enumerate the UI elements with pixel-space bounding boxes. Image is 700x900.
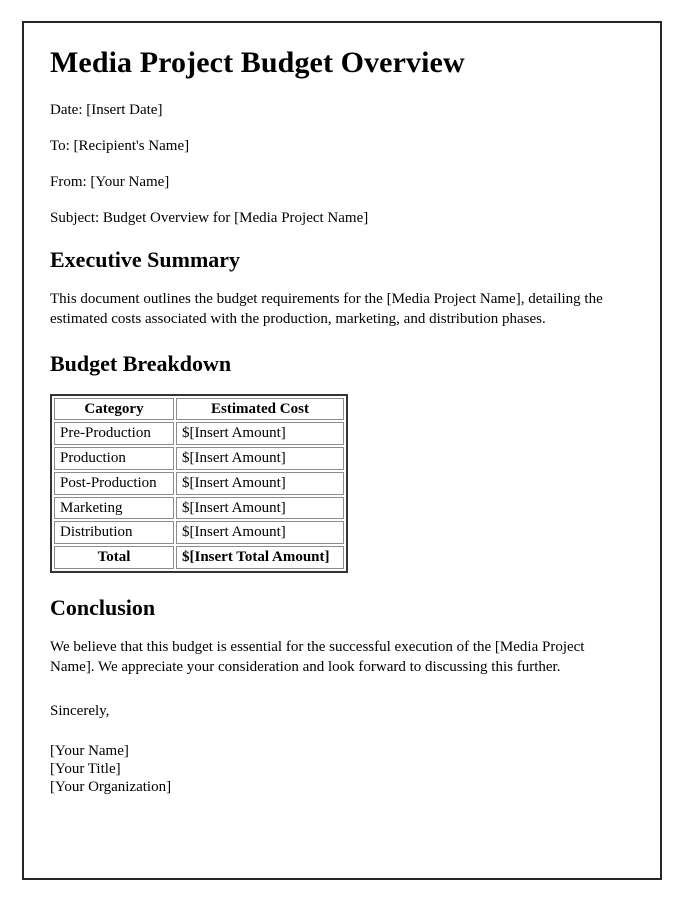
- table-row: Marketing $[Insert Amount]: [54, 496, 344, 520]
- cell-cost-pre-production: $[Insert Amount]: [176, 422, 344, 446]
- table-row: Pre-Production $[Insert Amount]: [54, 422, 344, 446]
- page-title: Media Project Budget Overview: [50, 46, 465, 79]
- table-body: Pre-Production $[Insert Amount] Producti…: [54, 422, 344, 569]
- cell-category-post-production: Post-Production: [54, 471, 174, 495]
- table-row: Post-Production $[Insert Amount]: [54, 471, 344, 495]
- cell-category-marketing: Marketing: [54, 496, 174, 520]
- cell-cost-distribution: $[Insert Amount]: [176, 521, 344, 545]
- table-header-row: Category Estimated Cost: [54, 397, 344, 421]
- section-heading-executive-summary: Executive Summary: [50, 246, 241, 272]
- cell-cost-post-production: $[Insert Amount]: [176, 471, 344, 495]
- section-heading-budget-breakdown: Budget Breakdown: [50, 351, 232, 377]
- executive-summary-paragraph: This document outlines the budget requir…: [50, 290, 603, 328]
- table-header: Category Estimated Cost: [54, 397, 344, 421]
- cell-cost-total: $[Insert Total Amount]: [176, 546, 344, 569]
- table-row: Distribution $[Insert Amount]: [54, 521, 344, 545]
- meta-line-date: Date: [Insert Date]: [50, 101, 163, 118]
- budget-breakdown-table: Category Estimated Cost Pre-Production $…: [50, 393, 348, 573]
- cell-category-distribution: Distribution: [54, 521, 174, 545]
- column-header-estimated-cost: Estimated Cost: [176, 397, 344, 421]
- meta-line-subject: Subject: Budget Overview for [Media Proj…: [50, 209, 369, 226]
- table-row: Production $[Insert Amount]: [54, 447, 344, 470]
- cell-cost-marketing: $[Insert Amount]: [176, 496, 344, 520]
- signature-block: [Your Name] [Your Title] [Your Organizat…: [50, 742, 172, 795]
- meta-line-to: To: [Recipient's Name]: [50, 137, 190, 154]
- cell-category-production: Production: [54, 447, 174, 470]
- document-body: Media Project Budget Overview Date: [Ins…: [50, 46, 624, 796]
- conclusion-paragraph: We believe that this budget is essential…: [50, 639, 585, 676]
- cell-cost-production: $[Insert Amount]: [176, 447, 344, 470]
- sign-off-line: Sincerely,: [50, 702, 110, 719]
- meta-line-from: From: [Your Name]: [50, 173, 170, 190]
- section-heading-conclusion: Conclusion: [50, 594, 156, 620]
- column-header-category: Category: [54, 397, 174, 421]
- cell-category-pre-production: Pre-Production: [54, 422, 174, 446]
- cell-label-total: Total: [54, 546, 174, 569]
- table-total-row: Total $[Insert Total Amount]: [54, 546, 344, 569]
- document-page-frame: Media Project Budget Overview Date: [Ins…: [22, 21, 662, 880]
